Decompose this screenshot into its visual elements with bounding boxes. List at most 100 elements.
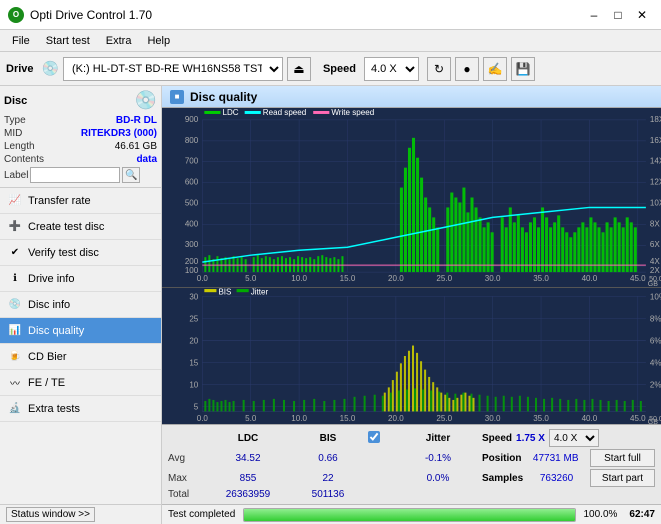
svg-text:500: 500 — [185, 199, 199, 208]
nav-item-disc-info[interactable]: 💿 Disc info — [0, 292, 161, 318]
drive-icon: 💿 — [42, 60, 59, 77]
svg-text:5.0: 5.0 — [245, 414, 257, 423]
nav-item-disc-quality[interactable]: 📊 Disc quality — [0, 318, 161, 344]
position-row: Position 47731 MB Start full — [482, 449, 655, 467]
menubar: File Start test Extra Help — [0, 30, 661, 52]
close-button[interactable]: ✕ — [631, 4, 653, 26]
svg-text:GB: GB — [648, 417, 658, 424]
contents-value: data — [136, 154, 157, 165]
position-label: Position — [482, 453, 521, 464]
maximize-button[interactable]: □ — [607, 4, 629, 26]
menu-help[interactable]: Help — [139, 33, 178, 49]
top-chart-svg: 900 800 700 600 500 400 300 200 100 18X … — [162, 108, 661, 287]
progress-bar-container — [243, 508, 575, 522]
svg-text:25.0: 25.0 — [436, 414, 452, 423]
svg-text:30: 30 — [189, 292, 198, 301]
mid-value: RITEKDR3 (000) — [81, 128, 157, 139]
speed-select[interactable]: 4.0 X — [364, 57, 419, 81]
svg-text:18X: 18X — [650, 115, 661, 124]
start-part-button[interactable]: Start part — [590, 469, 655, 487]
chart-header: ■ Disc quality — [162, 86, 661, 108]
svg-text:5.0: 5.0 — [245, 274, 257, 283]
svg-text:5: 5 — [194, 402, 199, 411]
mid-label: MID — [4, 128, 22, 139]
speed-stat-select[interactable]: 4.0 X — [549, 429, 599, 447]
verify-test-disc-icon: ✔ — [8, 246, 22, 260]
nav-item-fe-te[interactable]: 〰 FE / TE — [0, 370, 161, 396]
samples-value: 763260 — [540, 473, 573, 484]
nav-item-drive-info[interactable]: ℹ Drive info — [0, 266, 161, 292]
total-label: Total — [168, 489, 208, 500]
contents-label: Contents — [4, 154, 44, 165]
drive-info-icon: ℹ — [8, 272, 22, 286]
label-input[interactable] — [30, 167, 120, 183]
svg-text:25: 25 — [189, 314, 198, 323]
position-value: 47731 MB — [533, 453, 579, 464]
jitter-checkbox[interactable] — [368, 431, 380, 443]
menu-file[interactable]: File — [4, 33, 38, 49]
transfer-rate-icon: 📈 — [8, 194, 22, 208]
label-search-button[interactable]: 🔍 — [122, 167, 140, 183]
save-button[interactable]: 💾 — [511, 57, 535, 81]
bottom-chart: 30 25 20 15 10 5 10% 8% 6% 4% 2% 0.0 5.0… — [162, 288, 661, 424]
sidebar: Disc 💿 Type BD-R DL MID RITEKDR3 (000) L… — [0, 86, 162, 524]
eject-button[interactable]: ⏏ — [287, 57, 311, 81]
nav-item-verify-test-disc[interactable]: ✔ Verify test disc — [0, 240, 161, 266]
svg-text:Jitter: Jitter — [251, 288, 269, 296]
type-label: Type — [4, 115, 26, 126]
nav-item-transfer-rate-label: Transfer rate — [28, 195, 91, 207]
drive-select[interactable]: (K:) HL-DT-ST BD-RE WH16NS58 TST4 — [63, 57, 283, 81]
minimize-button[interactable]: – — [583, 4, 605, 26]
svg-text:30.0: 30.0 — [485, 274, 501, 283]
status-window-button[interactable]: Status window >> — [6, 507, 95, 522]
elapsed-time: 62:47 — [629, 509, 655, 520]
menu-start-test[interactable]: Start test — [38, 33, 98, 49]
disc-panel-icon: 💿 — [135, 90, 157, 111]
nav-item-cd-bier-label: CD Bier — [28, 351, 67, 363]
nav-item-create-test-disc[interactable]: ➕ Create test disc — [0, 214, 161, 240]
svg-text:LDC: LDC — [222, 108, 238, 117]
disc-button[interactable]: ● — [455, 57, 479, 81]
disc-panel: Disc 💿 Type BD-R DL MID RITEKDR3 (000) L… — [0, 86, 161, 188]
start-full-button[interactable]: Start full — [590, 449, 655, 467]
length-label: Length — [4, 141, 35, 152]
menu-extra[interactable]: Extra — [98, 33, 140, 49]
svg-text:15: 15 — [189, 358, 198, 367]
samples-row: Samples 763260 Start part — [482, 469, 655, 487]
top-chart: 900 800 700 600 500 400 300 200 100 18X … — [162, 108, 661, 288]
svg-text:8%: 8% — [650, 314, 661, 323]
write-button[interactable]: ✍ — [483, 57, 507, 81]
titlebar-left: O Opti Drive Control 1.70 — [8, 7, 152, 23]
stats-checkbox-col — [368, 431, 398, 446]
total-bis: 501136 — [288, 489, 368, 500]
progress-bar-fill — [244, 509, 574, 521]
nav-item-verify-test-disc-label: Verify test disc — [28, 247, 99, 259]
disc-label-row: Label 🔍 — [4, 167, 157, 183]
nav-item-extra-tests-label: Extra tests — [28, 403, 80, 415]
nav-item-cd-bier[interactable]: 🍺 CD Bier — [0, 344, 161, 370]
disc-type-row: Type BD-R DL — [4, 115, 157, 126]
svg-text:4X: 4X — [650, 257, 661, 266]
nav-item-transfer-rate[interactable]: 📈 Transfer rate — [0, 188, 161, 214]
svg-text:600: 600 — [185, 178, 199, 187]
svg-text:300: 300 — [185, 240, 199, 249]
chart-header-icon: ■ — [170, 90, 184, 104]
length-value: 46.61 GB — [115, 141, 157, 152]
nav-item-extra-tests[interactable]: 🔬 Extra tests — [0, 396, 161, 422]
disc-info-table: Type BD-R DL MID RITEKDR3 (000) Length 4… — [4, 115, 157, 183]
max-jitter: 0.0% — [398, 473, 478, 484]
svg-text:14X: 14X — [650, 157, 661, 166]
bottom-status-bar: Test completed 100.0% 62:47 — [162, 504, 661, 524]
total-ldc: 26363959 — [208, 489, 288, 500]
titlebar: O Opti Drive Control 1.70 – □ ✕ — [0, 0, 661, 30]
svg-text:4%: 4% — [650, 358, 661, 367]
max-ldc: 855 — [208, 473, 288, 484]
svg-text:10X: 10X — [650, 199, 661, 208]
progress-percent: 100.0% — [584, 509, 618, 520]
svg-text:10.0: 10.0 — [291, 274, 307, 283]
svg-text:2%: 2% — [650, 380, 661, 389]
stats-header-row: LDC BIS Jitter Speed 1.75 X 4.0 X — [168, 429, 655, 447]
nav-items: 📈 Transfer rate ➕ Create test disc ✔ Ver… — [0, 188, 161, 504]
refresh-button[interactable]: ↻ — [427, 57, 451, 81]
avg-label: Avg — [168, 453, 208, 464]
